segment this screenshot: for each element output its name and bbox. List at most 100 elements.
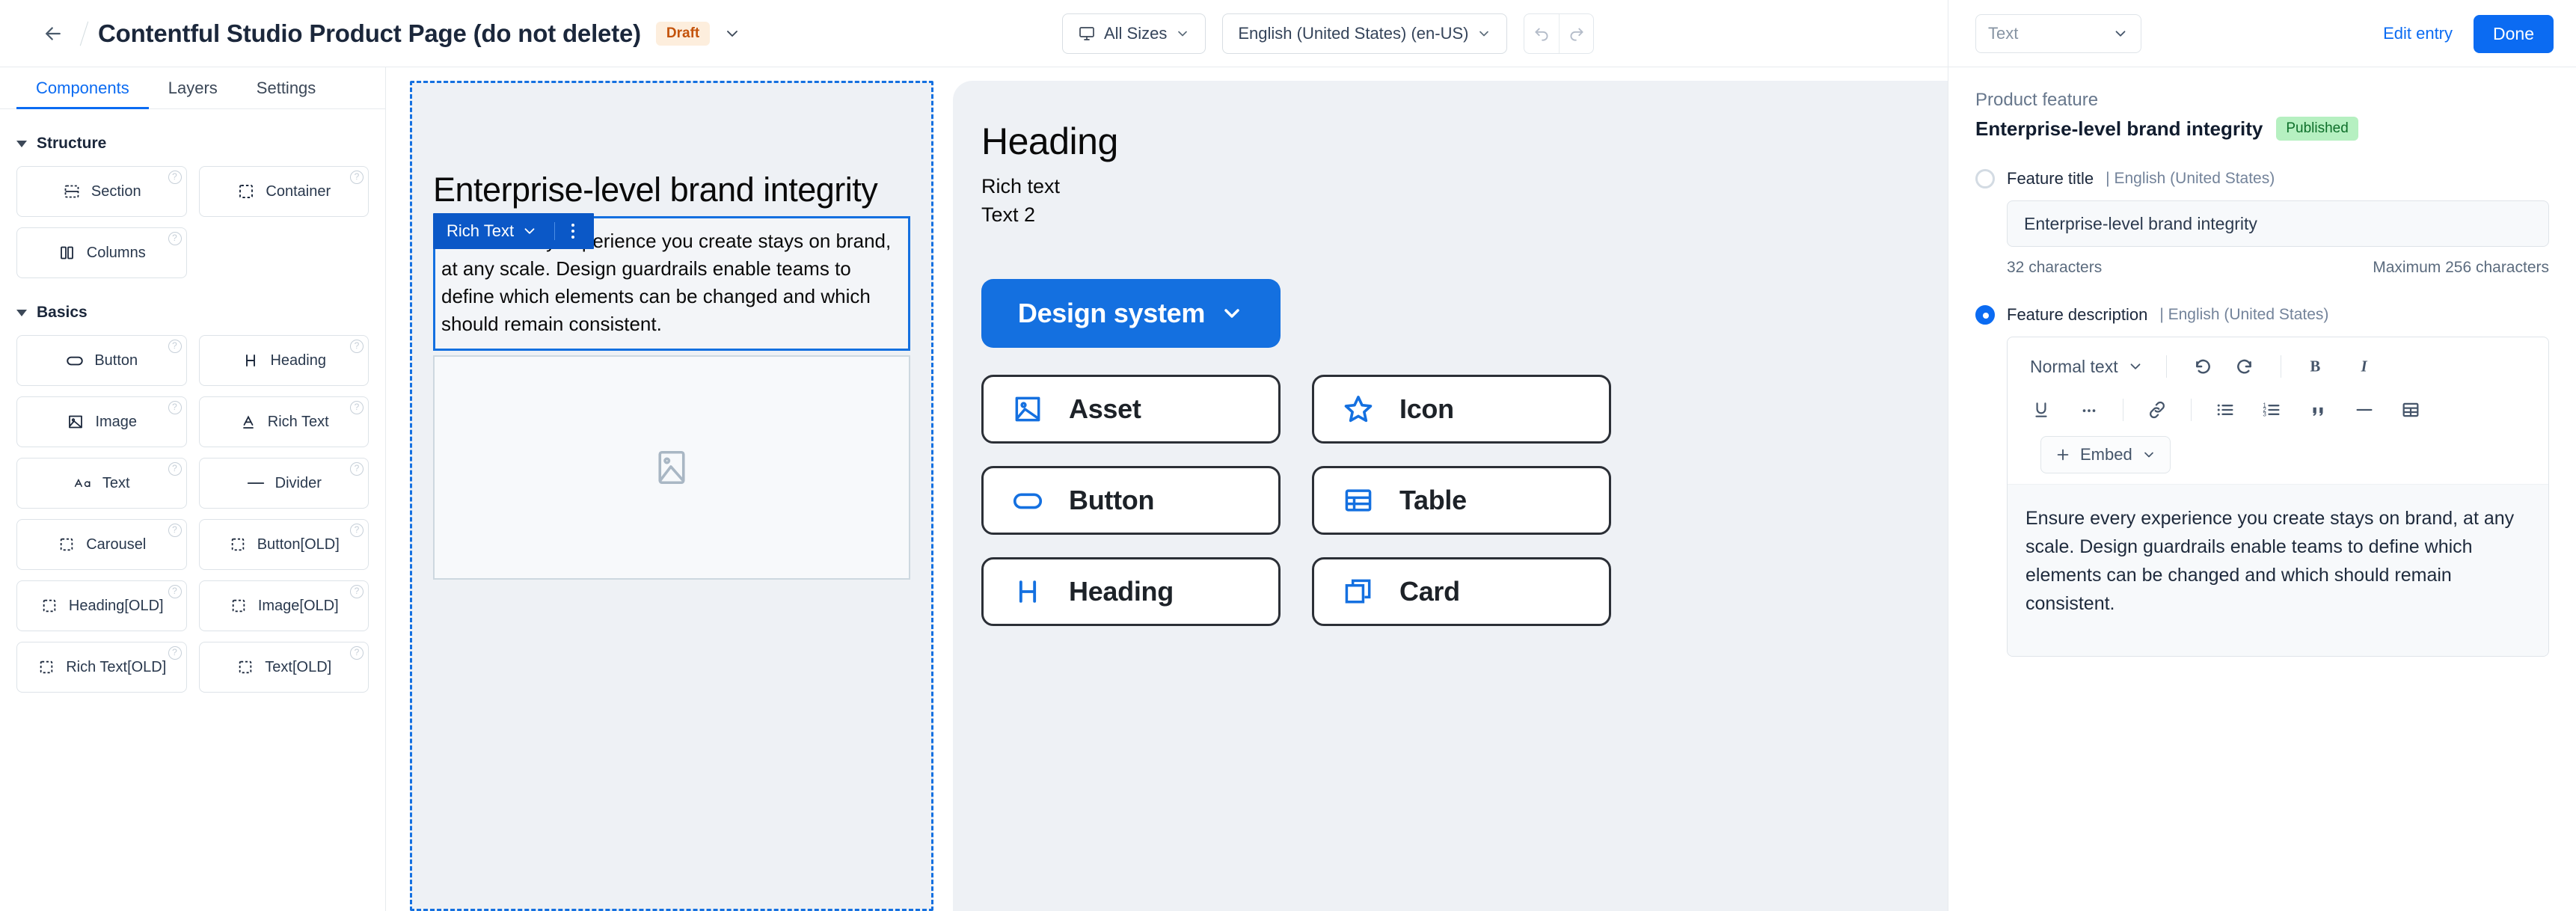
bulleted-list-button[interactable] — [2208, 394, 2242, 426]
help-icon[interactable]: ? — [168, 401, 182, 414]
ds-card-icon[interactable]: Icon — [1312, 375, 1611, 444]
locale-selector[interactable]: English (United States) (en-US) — [1222, 13, 1507, 54]
link-button[interactable] — [2140, 394, 2174, 426]
component-card-rich-text[interactable]: Rich Text ? — [199, 396, 369, 447]
embed-button[interactable]: Embed — [2040, 436, 2171, 473]
block-style-select[interactable]: Normal text — [2024, 354, 2150, 380]
frame-heading[interactable]: Enterprise-level brand integrity — [433, 171, 910, 209]
star-icon — [1341, 392, 1376, 426]
group-header-basics[interactable]: Basics — [16, 290, 369, 335]
blockquote-button[interactable] — [2301, 394, 2335, 426]
done-button[interactable]: Done — [2474, 15, 2554, 53]
ds-card-table[interactable]: Table — [1312, 466, 1611, 535]
component-card-text-old[interactable]: Text[OLD] ? — [199, 642, 369, 693]
component-card-divider[interactable]: Divider ? — [199, 458, 369, 509]
ds-card-button[interactable]: Button — [981, 466, 1281, 535]
help-icon[interactable]: ? — [350, 524, 364, 537]
ds-card-card[interactable]: Card — [1312, 557, 1611, 626]
help-icon[interactable]: ? — [350, 462, 364, 476]
numbered-list-button[interactable]: 123 — [2254, 394, 2289, 426]
help-icon[interactable]: ? — [168, 462, 182, 476]
back-button[interactable] — [36, 16, 70, 51]
component-label: Button — [94, 352, 138, 369]
kebab-menu-icon[interactable] — [571, 224, 594, 239]
feature-title-input[interactable]: Enterprise-level brand integrity — [2007, 200, 2549, 247]
edit-entry-link[interactable]: Edit entry — [2383, 24, 2453, 43]
component-card-button-old[interactable]: Button[OLD] ? — [199, 519, 369, 570]
ds-card-asset[interactable]: Asset — [981, 375, 1281, 444]
embed-label: Embed — [2080, 445, 2132, 464]
element-type-select[interactable]: Text — [1975, 14, 2141, 53]
help-icon[interactable]: ? — [168, 232, 182, 245]
help-icon[interactable]: ? — [350, 646, 364, 660]
help-icon[interactable]: ? — [168, 585, 182, 598]
undo-button[interactable] — [1524, 14, 1559, 53]
field-radio-feature-description[interactable] — [1975, 305, 1995, 325]
section-icon — [62, 182, 82, 201]
design-system-button[interactable]: Design system — [981, 279, 1281, 348]
component-card-image[interactable]: Image ? — [16, 396, 187, 447]
help-icon[interactable]: ? — [350, 340, 364, 353]
tab-components[interactable]: Components — [16, 67, 149, 109]
status-badge: Draft — [656, 22, 710, 46]
help-icon[interactable]: ? — [168, 171, 182, 184]
horizontal-rule-button[interactable] — [2347, 394, 2382, 426]
dashed-square-icon — [37, 657, 56, 677]
more-formats-icon — [2079, 400, 2099, 420]
component-card-button[interactable]: Button ? — [16, 335, 187, 386]
tab-layers[interactable]: Layers — [149, 67, 237, 109]
editor-body[interactable]: Ensure every experience you create stays… — [2008, 484, 2548, 656]
component-card-container[interactable]: Container ? — [199, 166, 369, 217]
component-card-carousel[interactable]: Carousel ? — [16, 519, 187, 570]
more-formats-button[interactable] — [2072, 394, 2106, 426]
component-card-text[interactable]: Text ? — [16, 458, 187, 509]
selected-frame[interactable]: Enterprise-level brand integrity Ensure … — [410, 81, 933, 911]
field-header: Feature title | English (United States) — [1975, 169, 2549, 188]
field-radio-feature-title[interactable] — [1975, 169, 1995, 188]
component-card-section[interactable]: Section ? — [16, 166, 187, 217]
dashed-square-icon — [236, 182, 256, 201]
component-card-columns[interactable]: Columns ? — [16, 227, 187, 278]
insert-table-button[interactable] — [2393, 394, 2428, 426]
image-icon — [1011, 392, 1045, 426]
numbered-list-icon: 123 — [2261, 399, 2282, 420]
underlined-a-icon — [239, 412, 258, 432]
arrow-left-icon — [42, 22, 64, 45]
component-card-image-old[interactable]: Image[OLD] ? — [199, 580, 369, 631]
redo-icon — [1567, 24, 1586, 43]
editor-redo-button[interactable] — [2230, 351, 2264, 382]
help-icon[interactable]: ? — [168, 340, 182, 353]
component-card-heading-old[interactable]: Heading[OLD] ? — [16, 580, 187, 631]
component-label: Rich Text — [268, 414, 329, 431]
toolbar-divider — [2191, 399, 2192, 421]
field-header: Feature description | English (United St… — [1975, 305, 2549, 325]
image-placeholder-element[interactable] — [433, 355, 910, 580]
chevron-down-icon[interactable] — [521, 223, 538, 239]
component-card-heading[interactable]: Heading ? — [199, 335, 369, 386]
image-placeholder-icon — [651, 447, 692, 488]
selection-toolbar[interactable]: Rich Text — [433, 213, 594, 249]
ds-card-heading[interactable]: Heading — [981, 557, 1281, 626]
component-card-rich-text-old[interactable]: Rich Text[OLD] ? — [16, 642, 187, 693]
component-label: Divider — [275, 475, 322, 492]
component-grid-basics: Button ? Heading ? Image — [16, 335, 369, 693]
editor-undo-button[interactable] — [2183, 351, 2218, 382]
help-icon[interactable]: ? — [350, 401, 364, 414]
italic-button[interactable]: I — [2347, 351, 2382, 382]
help-icon[interactable]: ? — [350, 585, 364, 598]
group-header-structure[interactable]: Structure — [16, 121, 369, 166]
tab-settings[interactable]: Settings — [237, 67, 336, 109]
bold-button[interactable]: B — [2298, 351, 2332, 382]
inspector-panel: Product feature Enterprise-level brand i… — [1948, 67, 2576, 911]
size-selector[interactable]: All Sizes — [1062, 13, 1206, 54]
help-icon[interactable]: ? — [168, 524, 182, 537]
help-icon[interactable]: ? — [168, 646, 182, 660]
selection-toolbar-label: Rich Text — [447, 221, 514, 241]
rich-text-element-wrapper: Ensure every experience you create stays… — [433, 216, 910, 351]
redo-button[interactable] — [1559, 14, 1593, 53]
underline-button[interactable] — [2024, 394, 2058, 426]
preview-heading: Heading — [981, 120, 1948, 163]
chevron-down-icon — [723, 25, 741, 43]
title-dropdown-button[interactable] — [723, 25, 741, 43]
help-icon[interactable]: ? — [350, 171, 364, 184]
